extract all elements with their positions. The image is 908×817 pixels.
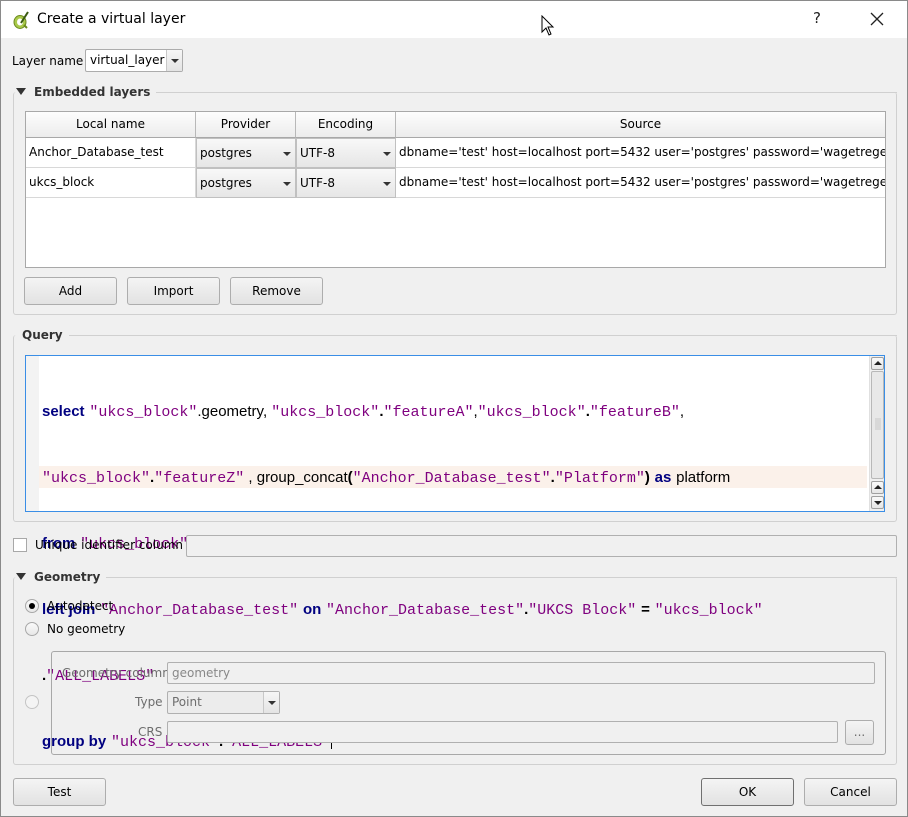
code-token: ) bbox=[644, 469, 650, 486]
scroll-thumb[interactable] bbox=[871, 371, 884, 479]
chevron-down-icon[interactable] bbox=[166, 50, 182, 71]
column-header-provider[interactable]: Provider bbox=[196, 112, 296, 138]
add-button[interactable]: Add bbox=[24, 277, 117, 305]
no-geometry-radio[interactable] bbox=[25, 622, 39, 636]
code-token: "Anchor_Database_test" bbox=[352, 470, 551, 487]
local-name-text: ukcs_block bbox=[29, 175, 95, 189]
chevron-down-icon[interactable] bbox=[379, 169, 395, 197]
embedded-layers-table: Local name Provider Encoding Source Anch… bbox=[25, 111, 886, 268]
geometry-column-value: geometry bbox=[172, 666, 231, 680]
scroll-down-button[interactable] bbox=[871, 496, 884, 509]
layer-name-value: virtual_layer bbox=[90, 53, 165, 67]
arrow-up-icon bbox=[874, 485, 882, 489]
embedded-layers-title: Embedded layers bbox=[34, 85, 151, 99]
geometry-header[interactable]: Geometry bbox=[16, 570, 107, 584]
type-combo[interactable]: Point bbox=[167, 691, 280, 714]
arrow-up-icon bbox=[874, 361, 882, 365]
query-title: Query bbox=[22, 328, 69, 342]
crs-select-button[interactable]: ... bbox=[845, 720, 874, 745]
code-token: , bbox=[679, 403, 685, 420]
provider-text: postgres bbox=[200, 176, 252, 190]
scroll-up-button[interactable] bbox=[871, 481, 884, 494]
code-token: select bbox=[42, 403, 85, 420]
autodetect-radio[interactable] bbox=[25, 599, 39, 613]
code-token: "ukcs_block" bbox=[477, 404, 586, 421]
code-token: "featureA" bbox=[383, 404, 474, 421]
provider-combo[interactable]: postgres bbox=[196, 168, 296, 198]
unique-id-label: Unique identifier column bbox=[35, 538, 183, 552]
dialog-title: Create a virtual layer bbox=[37, 11, 186, 27]
code-line: select "ukcs_block".geometry, "ukcs_bloc… bbox=[42, 400, 763, 422]
chevron-down-icon[interactable] bbox=[279, 139, 295, 167]
code-token: "ukcs_block" bbox=[271, 404, 380, 421]
crs-label: CRS bbox=[138, 725, 163, 739]
title-bar: Create a virtual layer ? bbox=[1, 1, 907, 38]
collapse-triangle-icon[interactable] bbox=[16, 573, 26, 580]
crs-field[interactable] bbox=[167, 721, 838, 743]
code-token: "Platform" bbox=[554, 470, 645, 487]
local-name-text: Anchor_Database_test bbox=[29, 145, 164, 159]
unique-id-checkbox[interactable] bbox=[13, 538, 27, 552]
no-geometry-label: No geometry bbox=[47, 622, 126, 636]
code-token: as bbox=[654, 469, 672, 486]
code-token: "ukcs_block" bbox=[89, 404, 198, 421]
test-button[interactable]: Test bbox=[13, 778, 106, 806]
column-header-encoding[interactable]: Encoding bbox=[296, 112, 396, 138]
collapse-triangle-icon[interactable] bbox=[16, 88, 26, 95]
virtual-layer-dialog: Create a virtual layer ? Layer name virt… bbox=[0, 0, 908, 817]
source-text: dbname='test' host=localhost port=5432 u… bbox=[399, 175, 885, 189]
column-header-local-name[interactable]: Local name bbox=[26, 112, 196, 138]
chevron-down-icon[interactable] bbox=[379, 139, 395, 167]
arrow-down-icon bbox=[874, 501, 882, 505]
encoding-combo[interactable]: UTF-8 bbox=[296, 138, 396, 168]
code-token: , group_concat bbox=[244, 469, 348, 486]
column-header-source[interactable]: Source bbox=[396, 112, 885, 138]
chevron-down-icon[interactable] bbox=[263, 692, 279, 713]
help-button[interactable]: ? bbox=[813, 9, 821, 27]
encoding-text: UTF-8 bbox=[300, 176, 335, 190]
encoding-text: UTF-8 bbox=[300, 146, 335, 160]
geometry-column-label: Geometry column bbox=[62, 666, 170, 680]
qgis-icon bbox=[13, 11, 29, 29]
code-token: platform bbox=[676, 469, 731, 486]
code-token: .geometry, bbox=[197, 403, 272, 420]
table-row-cell-source[interactable]: dbname='test' host=localhost port=5432 u… bbox=[396, 138, 885, 168]
scroll-up-button[interactable] bbox=[871, 357, 884, 370]
unique-id-field[interactable] bbox=[186, 535, 897, 557]
provider-combo[interactable]: postgres bbox=[196, 138, 296, 168]
cancel-button[interactable]: Cancel bbox=[804, 778, 897, 806]
chevron-down-icon[interactable] bbox=[279, 169, 295, 197]
provider-text: postgres bbox=[200, 146, 252, 160]
code-token: "featureB" bbox=[589, 404, 680, 421]
type-value: Point bbox=[172, 695, 202, 709]
table-row-cell-source[interactable]: dbname='test' host=localhost port=5432 u… bbox=[396, 168, 885, 198]
query-editor[interactable]: select "ukcs_block".geometry, "ukcs_bloc… bbox=[25, 355, 885, 751]
layer-name-combo[interactable]: virtual_layer bbox=[85, 49, 183, 72]
source-text: dbname='test' host=localhost port=5432 u… bbox=[399, 145, 885, 159]
mouse-cursor-icon bbox=[541, 15, 555, 36]
table-row-cell-local-name[interactable]: Anchor_Database_test bbox=[26, 138, 196, 168]
ok-button[interactable]: OK bbox=[701, 778, 794, 806]
vertical-scrollbar[interactable] bbox=[869, 356, 884, 511]
manual-geometry-radio[interactable] bbox=[25, 695, 39, 709]
code-token: "ukcs_block" bbox=[42, 470, 151, 487]
table-row-cell-local-name[interactable]: ukcs_block bbox=[26, 168, 196, 198]
geometry-title: Geometry bbox=[34, 570, 101, 584]
code-token: "featureZ" bbox=[154, 470, 245, 487]
layer-name-label: Layer name bbox=[12, 54, 84, 68]
encoding-combo[interactable]: UTF-8 bbox=[296, 168, 396, 198]
embedded-layers-header[interactable]: Embedded layers bbox=[16, 85, 157, 99]
editor-margin bbox=[26, 356, 39, 511]
close-icon[interactable] bbox=[867, 9, 887, 29]
import-button[interactable]: Import bbox=[127, 277, 220, 305]
type-label: Type bbox=[135, 695, 163, 709]
remove-button[interactable]: Remove bbox=[230, 277, 323, 305]
autodetect-label: Autodetect bbox=[47, 599, 114, 613]
code-line: "ukcs_block"."featureZ" , group_concat("… bbox=[42, 466, 763, 488]
grip-icon bbox=[875, 418, 881, 430]
geometry-column-field[interactable]: geometry bbox=[167, 662, 875, 684]
